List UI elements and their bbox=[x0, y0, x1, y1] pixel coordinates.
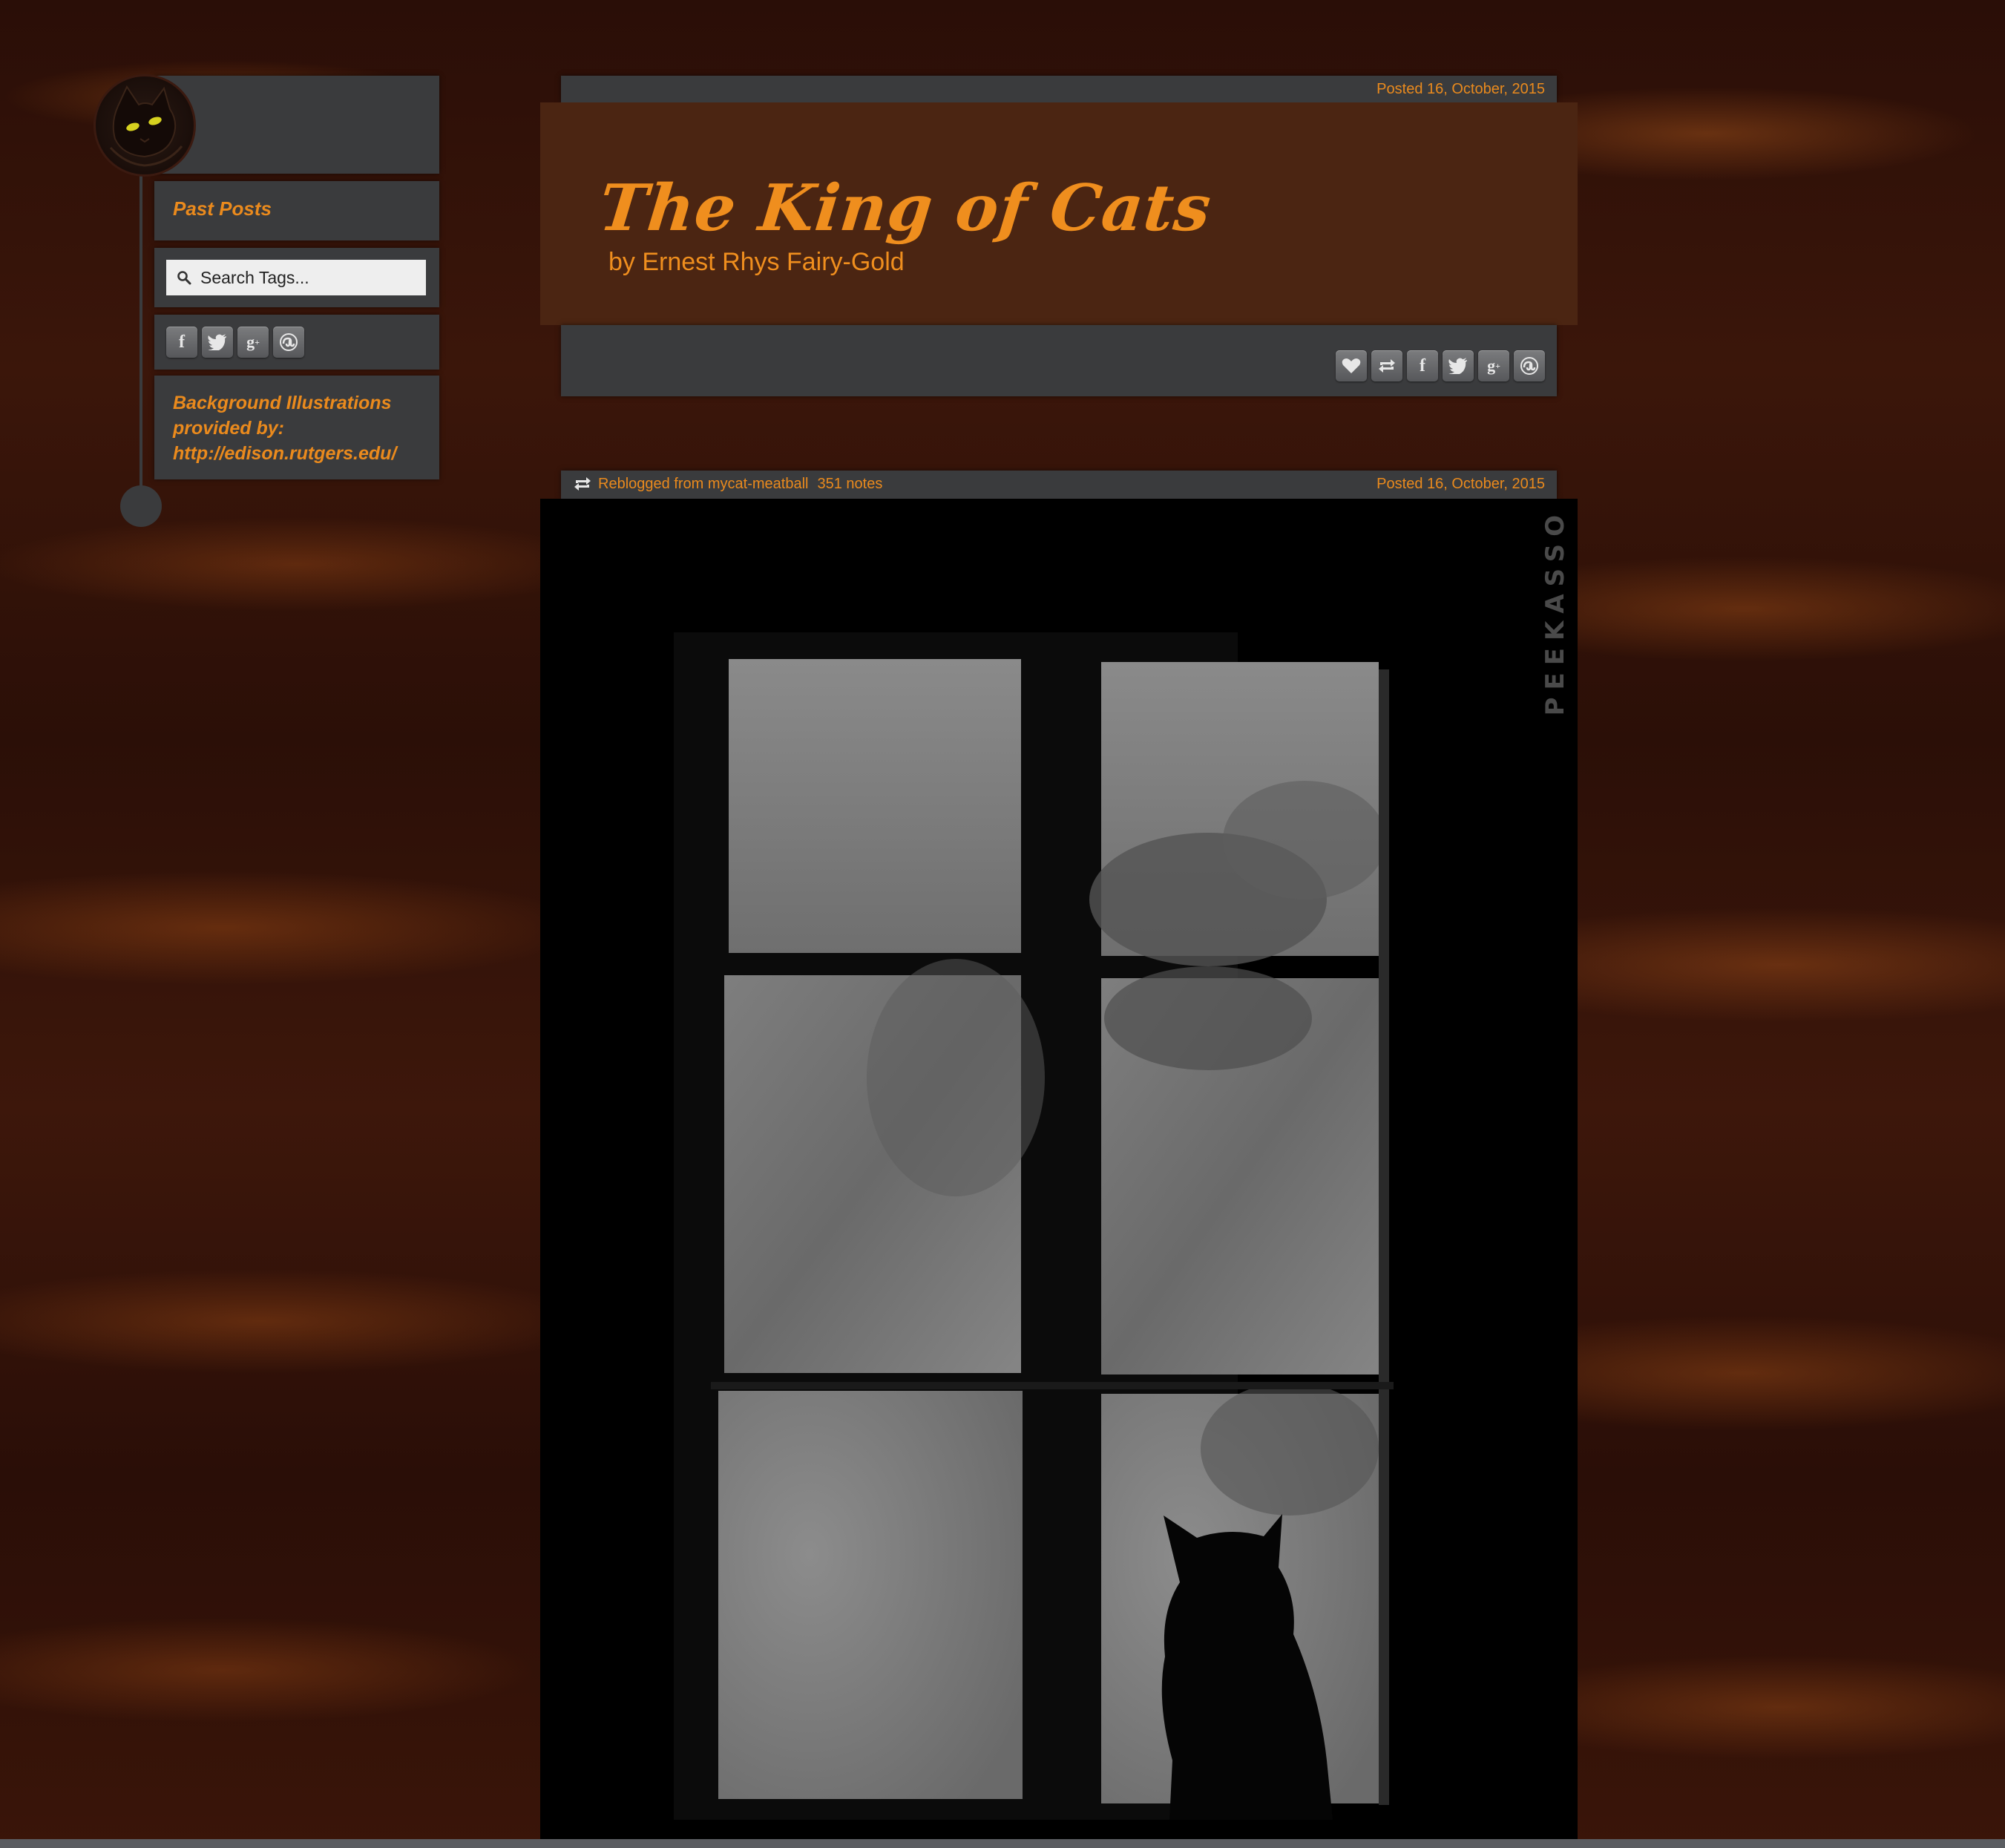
social-panel: f g + bbox=[154, 315, 439, 370]
post-actions: f g + bbox=[1336, 350, 1545, 381]
past-posts-link[interactable]: Past Posts bbox=[173, 197, 272, 220]
post-photo[interactable]: PEEKASSO bbox=[540, 499, 1578, 1839]
search-icon bbox=[177, 271, 191, 285]
sidebar-timeline-end bbox=[120, 485, 162, 527]
post-1-title-banner: The King of Cats by Ernest Rhys Fairy-Go… bbox=[540, 102, 1578, 325]
stumbleupon-icon[interactable] bbox=[273, 327, 304, 358]
sidebar-header-panel bbox=[154, 76, 439, 174]
cat-at-window-photo bbox=[674, 632, 1394, 1820]
post-1-top-bar: Posted 16, October, 2015 bbox=[561, 76, 1557, 102]
post-title: The King of Cats bbox=[595, 171, 1215, 246]
twitter-icon[interactable] bbox=[1443, 350, 1474, 381]
post-2-top-bar: Reblogged from mycat-meatball 351 notes … bbox=[561, 471, 1557, 499]
photo-watermark: PEEKASSO bbox=[1540, 508, 1570, 716]
bottom-scrollbar bbox=[0, 1839, 2005, 1848]
avatar[interactable] bbox=[93, 74, 196, 177]
search-panel bbox=[154, 248, 439, 307]
past-posts-panel: Past Posts bbox=[154, 181, 439, 240]
credits-panel: Background Illustrations provided by: ht… bbox=[154, 376, 439, 479]
facebook-icon[interactable]: f bbox=[166, 327, 197, 358]
post-subtitle: by Ernest Rhys Fairy-Gold bbox=[608, 248, 905, 276]
reblog-icon bbox=[574, 477, 591, 491]
facebook-icon[interactable]: f bbox=[1407, 350, 1438, 381]
google-plus-icon[interactable]: g + bbox=[1478, 350, 1509, 381]
google-plus-icon[interactable]: g + bbox=[237, 327, 269, 358]
stumbleupon-icon[interactable] bbox=[1514, 350, 1545, 381]
search-box[interactable] bbox=[166, 260, 426, 295]
twitter-icon[interactable] bbox=[202, 327, 233, 358]
reblog-info: Reblogged from mycat-meatball 351 notes bbox=[573, 471, 882, 497]
post-date[interactable]: Posted 16, October, 2015 bbox=[1376, 471, 1545, 497]
like-icon[interactable] bbox=[1336, 350, 1367, 381]
search-input[interactable] bbox=[200, 267, 416, 288]
social-links: f g + bbox=[166, 327, 304, 358]
credits-text[interactable]: Background Illustrations provided by: ht… bbox=[173, 390, 425, 466]
post-date[interactable]: Posted 16, October, 2015 bbox=[1376, 76, 1545, 102]
post-1-action-bar: f g + bbox=[561, 325, 1557, 396]
reblog-icon[interactable] bbox=[1371, 350, 1402, 381]
reblogged-from-link[interactable]: Reblogged from mycat-meatball bbox=[598, 471, 808, 497]
cat-avatar-icon bbox=[109, 85, 183, 167]
notes-count[interactable]: 351 notes bbox=[817, 471, 882, 497]
